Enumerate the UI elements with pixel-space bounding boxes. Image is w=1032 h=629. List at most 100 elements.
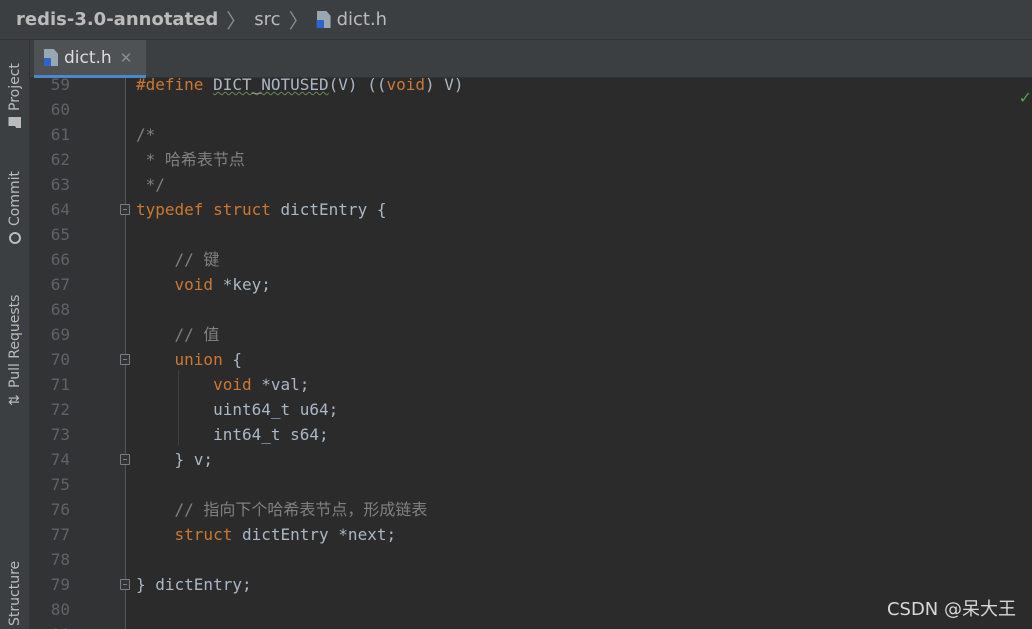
code-line: 73 int64_t s64; [30,422,1032,447]
breadcrumb-folder[interactable]: src [254,9,280,30]
code-token: } dictEntry; [136,575,252,594]
code-text: /* [136,122,155,147]
code-token: *val; [261,375,310,394]
code-text: } v; [136,447,214,472]
code-token: * 哈希表节点 [136,150,245,169]
chevron-right-icon: 〉 [288,9,309,33]
line-number: 69 [50,325,70,344]
code-token: DICT_NOTUSED [213,78,329,94]
line-number: 60 [50,100,70,119]
project-tool-label: Project [7,63,23,111]
code-line: 75 [30,472,1032,497]
code-token: } v; [136,450,214,469]
code-token: void [386,78,425,94]
code-line: 70 union { [30,347,1032,372]
code-line: 68 [30,297,1032,322]
code-token: void [174,275,223,294]
tool-window-strip: Project Commit ⇅ Pull Requests Structure [0,40,30,629]
code-text: #define DICT_NOTUSED(V) ((void) V) [136,78,464,97]
line-number: 63 [50,175,70,194]
code-text: void *key; [136,272,271,297]
code-token: /* [136,125,156,144]
line-number: 71 [50,375,70,394]
code-token: // 值 [136,325,220,344]
code-token: #define [136,78,214,94]
code-text: void *val; [136,372,309,397]
breadcrumb: redis-3.0-annotated 〉 src 〉 dict.h [0,0,1032,40]
structure-tool-button[interactable]: Structure [0,548,30,626]
code-token: (V) (( [328,78,387,94]
code-line: 60 [30,97,1032,122]
code-token: { [232,350,242,369]
close-icon[interactable]: ✕ [120,49,133,67]
tab-label: dict.h [64,47,112,68]
commit-icon [9,232,21,244]
code-text: uint64_t u64; [136,397,338,422]
code-line: 71 void *val; [30,372,1032,397]
fold-toggle-icon[interactable] [120,579,130,590]
code-line: 72 uint64_t u64; [30,397,1032,422]
structure-tool-label: Structure [7,560,23,626]
breadcrumb-project[interactable]: redis-3.0-annotated [16,9,218,30]
code-token: // 指向下个哈希表节点，形成链表 [136,500,428,519]
line-number: 68 [50,300,70,319]
code-text: // 键 [136,247,220,272]
commit-tool-label: Commit [7,171,23,226]
line-number: 72 [50,400,70,419]
code-token: dictEntry { [280,200,387,219]
code-line: 74 } v; [30,447,1032,472]
line-number: 66 [50,250,70,269]
code-line: 81 [30,622,1032,629]
line-number: 62 [50,150,70,169]
line-number: 76 [50,500,70,519]
commit-tool-button[interactable]: Commit [0,158,30,244]
fold-toggle-icon[interactable] [120,204,130,215]
code-token: int64_t s64; [136,425,329,444]
line-number: 79 [50,575,70,594]
line-number: 81 [30,622,70,629]
inspection-ok-icon[interactable]: ✓ [1019,88,1032,107]
folder-icon [9,117,22,128]
line-number: 65 [50,225,70,244]
code-line: 69 // 值 [30,322,1032,347]
code-text: // 值 [136,322,220,347]
pull-requests-tool-button[interactable]: ⇅ Pull Requests [0,276,30,406]
line-number: 78 [50,550,70,569]
line-number: 67 [50,275,70,294]
code-line: 78 [30,547,1032,572]
line-number: 61 [50,125,70,144]
chevron-right-icon: 〉 [226,9,247,33]
pull-request-icon: ⇅ [7,394,23,406]
line-number: 74 [50,450,70,469]
code-editor[interactable]: 59 #define DICT_NOTUSED(V) ((void) V) 60 61… [30,78,1032,629]
code-line: 64 typedef struct dictEntry { [30,197,1032,222]
code-token: typedef [136,200,214,219]
code-token: void [213,375,262,394]
code-text: */ [136,172,165,197]
watermark: CSDN @呆大王 [886,599,1016,620]
tab-dict-h[interactable]: dict.h ✕ [34,40,146,78]
code-token: struct [174,525,242,544]
line-number: 77 [50,525,70,544]
line-number: 80 [50,600,70,619]
project-tool-button[interactable]: Project [0,48,30,128]
code-line: 77 struct dictEntry *next; [30,522,1032,547]
line-number: 70 [50,350,70,369]
fold-toggle-icon[interactable] [120,354,130,365]
code-line: 65 [30,222,1032,247]
code-line: 61 /* [30,122,1032,147]
code-token: ) V) [424,78,464,94]
fold-toggle-icon[interactable] [120,454,130,465]
code-line: 80 [30,597,1032,622]
code-token: union [174,350,233,369]
code-text: typedef struct dictEntry { [136,197,386,222]
code-line: 67 void *key; [30,272,1032,297]
breadcrumb-file[interactable]: dict.h [337,9,388,30]
pull-requests-tool-label: Pull Requests [7,294,23,389]
code-line: 59 #define DICT_NOTUSED(V) ((void) V) [30,78,1032,97]
code-token: struct [213,200,281,219]
